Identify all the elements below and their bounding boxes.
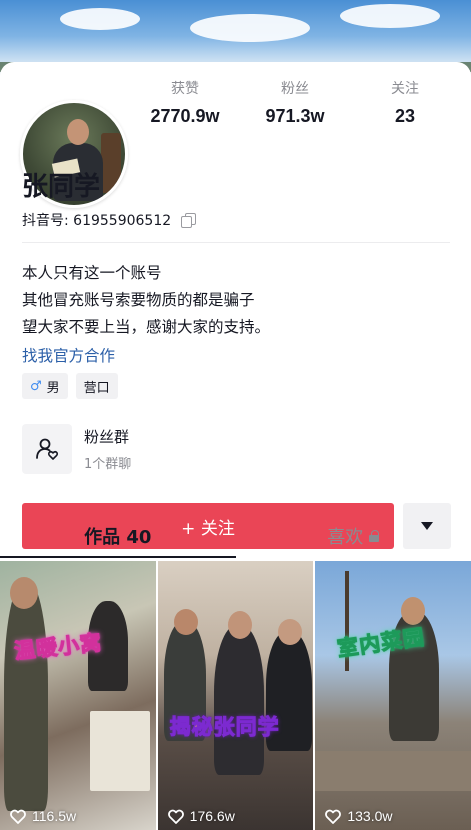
- tag-label: 营口: [83, 380, 110, 396]
- stat-likes[interactable]: 获赞 2770.9w: [130, 78, 240, 127]
- bio: 本人只有这一个账号 其他冒充账号索要物质的都是骗子 望大家不要上当，感谢大家的支…: [22, 260, 270, 341]
- fan-group-entry[interactable]: 粉丝群 1个群聊: [22, 424, 131, 474]
- stats-row: 获赞 2770.9w 粉丝 971.3w 关注 23: [130, 78, 460, 127]
- divider: [22, 242, 450, 243]
- likes-count: 176.6w: [189, 808, 235, 824]
- male-icon: ♂: [30, 378, 42, 394]
- heart-icon: [10, 809, 26, 824]
- profile-name: 张同学: [22, 172, 101, 202]
- video-likes: 116.5w: [10, 808, 76, 824]
- stat-label: 粉丝: [281, 81, 309, 97]
- video-tile[interactable]: 温暖小窝 116.5w: [0, 561, 156, 830]
- cloud-shape: [340, 4, 440, 28]
- location-tag: 营口: [75, 373, 118, 399]
- group-heart-icon: [36, 438, 59, 460]
- cloud-shape: [60, 8, 140, 30]
- cooperation-link[interactable]: 找我官方合作: [22, 344, 115, 366]
- video-tile[interactable]: 室内菜园 133.0w: [315, 561, 471, 830]
- stat-fans[interactable]: 粉丝 971.3w: [240, 78, 350, 127]
- tag-label: 男: [46, 380, 60, 396]
- bio-line: 本人只有这一个账号: [22, 264, 162, 282]
- tab-works[interactable]: 作品 40: [0, 514, 236, 558]
- bio-line: 其他冒充账号索要物质的都是骗子: [22, 291, 255, 309]
- stat-value: 23: [394, 106, 416, 126]
- lock-icon: [369, 530, 380, 542]
- video-likes: 176.6w: [167, 808, 235, 824]
- content-tabs: 作品 40 喜欢: [0, 514, 471, 558]
- stat-following[interactable]: 关注 23: [350, 78, 460, 127]
- fan-group-icon: [22, 424, 72, 474]
- likes-count: 133.0w: [347, 808, 393, 824]
- active-tab-indicator: [0, 556, 236, 558]
- bio-line: 望大家不要上当，感谢大家的支持。: [22, 318, 271, 336]
- heart-icon: [167, 809, 184, 824]
- stat-value: 971.3w: [265, 106, 325, 126]
- stat-label: 关注: [391, 81, 419, 97]
- fan-group-subtitle: 1个群聊: [84, 457, 132, 472]
- video-tile[interactable]: 揭秘张同学 176.6w: [157, 561, 314, 830]
- douyin-id: 抖音号: 61955906512: [22, 213, 172, 229]
- video-likes: 133.0w: [325, 808, 393, 824]
- video-grid: 温暖小窝 116.5w 揭秘张同学 176.6w 室内菜园 133.0w: [0, 561, 471, 830]
- fan-group-title: 粉丝群: [84, 428, 130, 446]
- cloud-shape: [190, 14, 310, 42]
- likes-count: 116.5w: [32, 808, 77, 824]
- douyin-id-row: 抖音号: 61955906512: [22, 210, 197, 230]
- video-caption: 揭秘张同学: [169, 715, 280, 740]
- gender-tag: ♂ 男: [22, 373, 68, 399]
- profile-tags: ♂ 男 营口: [22, 373, 118, 399]
- heart-icon: [325, 809, 342, 824]
- tab-label: 作品 40: [84, 527, 152, 548]
- stat-label: 获赞: [171, 81, 199, 97]
- tab-likes[interactable]: 喜欢: [236, 514, 471, 558]
- tab-label: 喜欢: [327, 527, 364, 548]
- copy-icon[interactable]: [181, 213, 197, 228]
- stat-value: 2770.9w: [150, 106, 220, 126]
